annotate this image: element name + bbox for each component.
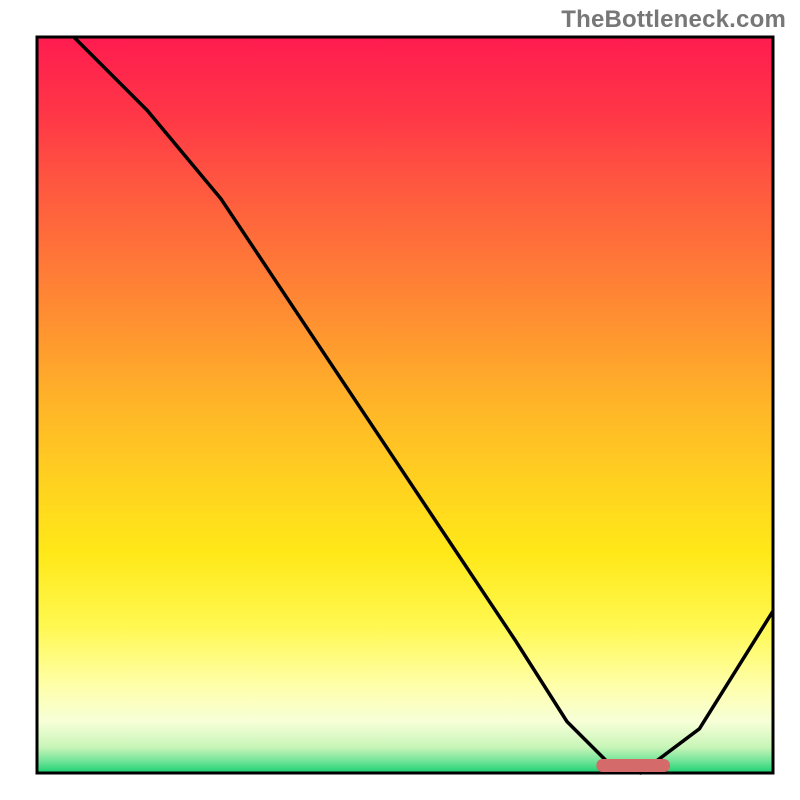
plot-background xyxy=(37,37,773,773)
chart-container: TheBottleneck.com xyxy=(0,0,800,800)
bottleneck-chart xyxy=(0,0,800,800)
optimal-range-marker xyxy=(596,759,670,772)
watermark-text: TheBottleneck.com xyxy=(561,6,786,34)
